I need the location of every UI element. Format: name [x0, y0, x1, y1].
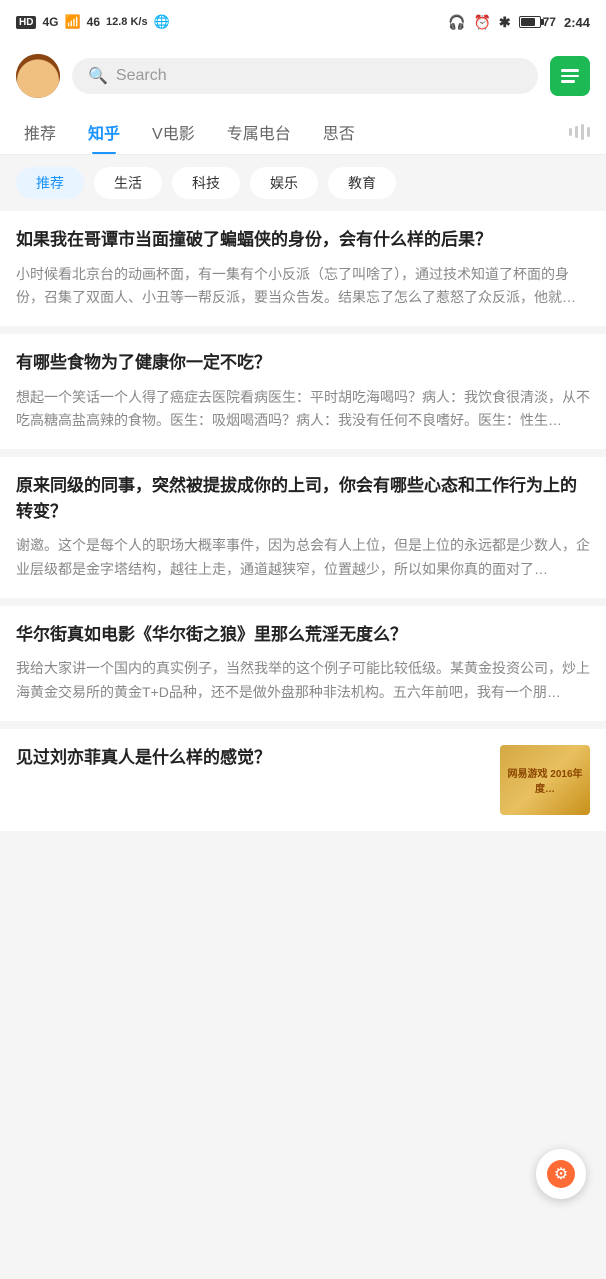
card-2[interactable]: 有哪些食物为了健康你一定不吃？ 想起一个笑话一个人得了癌症去医院看病医生：平时胡…: [0, 334, 606, 449]
network-46: 46: [87, 15, 100, 29]
signal-bars: 📶: [64, 14, 80, 30]
card-5-image-text: 网易游戏 2016年度…: [500, 745, 590, 815]
card-5[interactable]: 见过刘亦菲真人是什么样的感觉？ 网易游戏 2016年度…: [0, 729, 606, 831]
floating-action-button[interactable]: ⚙: [536, 1149, 586, 1199]
card-2-title: 有哪些食物为了健康你一定不吃？: [16, 350, 590, 376]
tab-sifou[interactable]: 思否: [307, 110, 371, 154]
headphones-icon: 🎧: [448, 14, 465, 31]
filter-education[interactable]: 教育: [328, 167, 396, 199]
menu-icon: [561, 69, 579, 83]
status-bar: HD 4G 📶 46 12.8 K/s 🌐 🎧 ⏰ ✱ 77 2:44: [0, 0, 606, 44]
time-display: 2:44: [564, 15, 590, 30]
search-placeholder: Search: [116, 67, 167, 85]
vpn-icon: 🌐: [154, 14, 170, 30]
card-1-body: 小时候看北京台的动画杯面，有一集有个小反派（忘了叫啥了），通过技术知道了杯面的身…: [16, 263, 590, 311]
network-speed: 12.8 K/s: [106, 16, 148, 28]
status-right: 🎧 ⏰ ✱ 77 2:44: [448, 14, 590, 31]
filter-entertainment[interactable]: 娱乐: [250, 167, 318, 199]
nav-tabs: 推荐 知乎 V电影 专属电台 思否: [0, 110, 606, 155]
card-5-title: 见过刘亦菲真人是什么样的感觉？: [16, 745, 488, 771]
tab-radio[interactable]: 专属电台: [211, 110, 307, 154]
card-3-body: 谢邀。这个是每个人的职场大概率事件，因为总会有人上位，但是上位的永远都是少数人，…: [16, 534, 590, 582]
settings-icon: ⚙: [547, 1160, 575, 1188]
header: 🔍 Search: [0, 44, 606, 110]
status-left: HD 4G 📶 46 12.8 K/s 🌐: [16, 14, 170, 30]
bars-icon: [561, 124, 598, 140]
filter-life[interactable]: 生活: [94, 167, 162, 199]
card-3-title: 原来同级的同事，突然被提拔成你的上司，你会有哪些心态和工作行为上的转变？: [16, 473, 590, 524]
filter-tech[interactable]: 科技: [172, 167, 240, 199]
menu-button[interactable]: [550, 56, 590, 96]
tab-recommend[interactable]: 推荐: [8, 110, 72, 154]
card-4-body: 我给大家讲一个国内的真实例子，当然我举的这个例子可能比较低级。某黄金投资公司，炒…: [16, 657, 590, 705]
tab-vmovie[interactable]: V电影: [136, 110, 211, 154]
card-3[interactable]: 原来同级的同事，突然被提拔成你的上司，你会有哪些心态和工作行为上的转变？ 谢邀。…: [0, 457, 606, 598]
filter-recommend[interactable]: 推荐: [16, 167, 84, 199]
card-1-title: 如果我在哥谭市当面撞破了蝙蝠侠的身份，会有什么样的后果？: [16, 227, 590, 253]
card-2-body: 想起一个笑话一个人得了癌症去医院看病医生：平时胡吃海喝吗？病人：我饮食很清淡，从…: [16, 386, 590, 434]
card-1[interactable]: 如果我在哥谭市当面撞破了蝙蝠侠的身份，会有什么样的后果？ 小时候看北京台的动画杯…: [0, 211, 606, 326]
battery-indicator: 77: [519, 15, 556, 29]
tab-zhihu[interactable]: 知乎: [72, 110, 136, 154]
avatar[interactable]: [16, 54, 60, 98]
card-4-title: 华尔街真如电影《华尔街之狼》里那么荒淫无度么？: [16, 622, 590, 648]
card-4[interactable]: 华尔街真如电影《华尔街之狼》里那么荒淫无度么？ 我给大家讲一个国内的真实例子，当…: [0, 606, 606, 721]
battery-percent: 77: [543, 15, 556, 29]
network-4g: 4G: [42, 15, 58, 29]
alarm-icon: ⏰: [473, 14, 490, 31]
search-bar[interactable]: 🔍 Search: [72, 58, 538, 94]
hd-badge: HD: [16, 16, 36, 29]
card-5-image: 网易游戏 2016年度…: [500, 745, 590, 815]
bluetooth-icon: ✱: [499, 14, 511, 31]
search-icon: 🔍: [88, 66, 108, 86]
filter-row: 推荐 生活 科技 娱乐 教育: [0, 155, 606, 211]
